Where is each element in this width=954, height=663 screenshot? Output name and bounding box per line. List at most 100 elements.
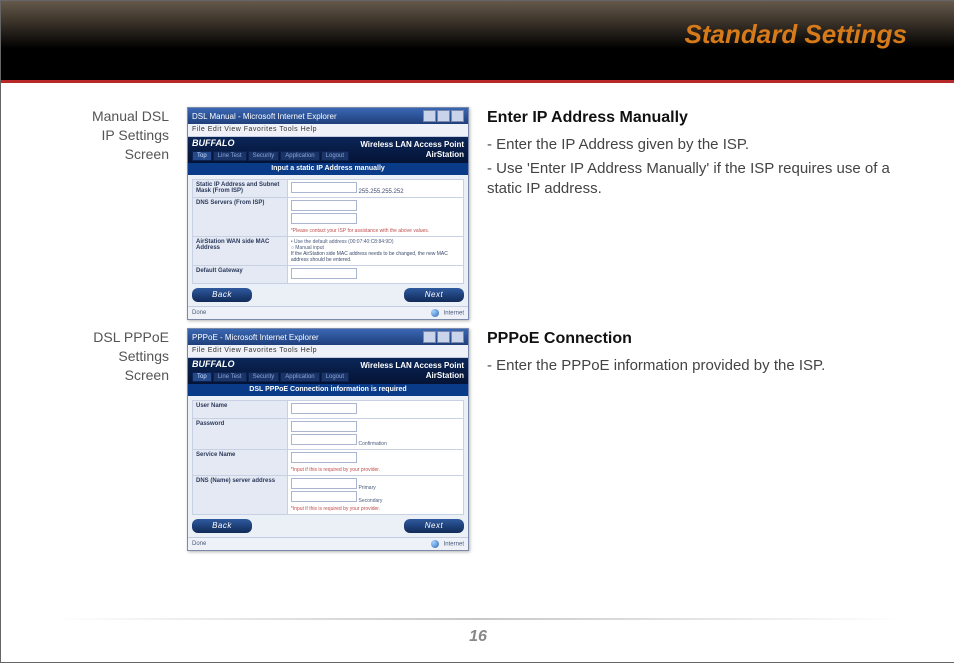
dns-note: *Input if this is required by your provi… bbox=[291, 506, 460, 512]
page-number: 16 bbox=[1, 628, 954, 646]
service-input[interactable] bbox=[291, 452, 357, 463]
section-heading: Input a static IP Address manually bbox=[188, 163, 468, 175]
dns-primary-input[interactable] bbox=[291, 478, 357, 489]
screenshot-pppoe: PPPoE - Microsoft Internet Explorer File… bbox=[187, 328, 469, 551]
nav-tabs: Top Line Test Security Application Logou… bbox=[192, 372, 349, 382]
nav-tabs: Top Line Test Security Application Logou… bbox=[192, 151, 349, 161]
window-controls bbox=[423, 331, 464, 343]
screenshot-manual-dsl: DSL Manual - Microsoft Internet Explorer… bbox=[187, 107, 469, 320]
desc-heading: Enter IP Address Manually bbox=[487, 107, 905, 129]
next-button[interactable]: Next bbox=[404, 519, 464, 533]
password-hint: Confirmation bbox=[359, 441, 387, 447]
label-mac: AirStation WAN side MAC Address bbox=[193, 237, 288, 266]
minimize-icon[interactable] bbox=[423, 110, 436, 122]
cell-dns: Primary Secondary *Input if this is requ… bbox=[287, 476, 463, 515]
status-right: Internet bbox=[431, 540, 464, 548]
tagline-line: Wireless LAN Access Point bbox=[360, 140, 464, 149]
tab-security[interactable]: Security bbox=[248, 372, 280, 382]
wizard-nav: Back Next bbox=[192, 288, 464, 302]
globe-icon bbox=[431, 309, 439, 317]
window-controls bbox=[423, 110, 464, 122]
status-left: Done bbox=[192, 310, 206, 316]
cell-mac: • Use the default address (00:07:40:C8:8… bbox=[287, 237, 463, 266]
label-dns: DNS Servers (From ISP) bbox=[193, 198, 288, 237]
settings-table: User Name Password Confirmation bbox=[192, 400, 464, 515]
brand-logo: BUFFALO bbox=[192, 358, 235, 370]
manual-page: Standard Settings Manual DSL IP Settings… bbox=[0, 0, 954, 663]
tab-logout[interactable]: Logout bbox=[321, 151, 349, 161]
status-bar: Done Internet bbox=[188, 306, 468, 319]
brand-tagline: Wireless LAN Access Point AirStation bbox=[360, 140, 464, 160]
gateway-input[interactable] bbox=[291, 268, 357, 279]
tab-application[interactable]: Application bbox=[280, 151, 319, 161]
password-confirm-input[interactable] bbox=[291, 434, 357, 445]
tagline-line: Wireless LAN Access Point bbox=[360, 361, 464, 370]
window-title: DSL Manual - Microsoft Internet Explorer bbox=[192, 112, 337, 121]
label-ip-subnet: Static IP Address and Subnet Mask (From … bbox=[193, 180, 288, 198]
label-user: User Name bbox=[193, 401, 288, 419]
desc-heading: PPPoE Connection bbox=[487, 328, 905, 350]
tab-security[interactable]: Security bbox=[248, 151, 280, 161]
subnet-value: 255.255.255.252 bbox=[359, 189, 404, 195]
ip-input[interactable] bbox=[291, 182, 357, 193]
globe-icon bbox=[431, 540, 439, 548]
maximize-icon[interactable] bbox=[437, 110, 450, 122]
window-title: PPPoE - Microsoft Internet Explorer bbox=[192, 333, 319, 342]
minimize-icon[interactable] bbox=[423, 331, 436, 343]
caption-line: IP Settings bbox=[102, 127, 169, 143]
service-note: *Input if this is required by your provi… bbox=[291, 467, 460, 473]
user-input[interactable] bbox=[291, 403, 357, 414]
tab-line-test[interactable]: Line Test bbox=[213, 372, 247, 382]
page-body: Manual DSL IP Settings Screen DSL Manual… bbox=[51, 107, 905, 614]
password-input[interactable] bbox=[291, 421, 357, 432]
caption-line: DSL PPPoE bbox=[93, 329, 169, 345]
close-icon[interactable] bbox=[451, 331, 464, 343]
cell-user bbox=[287, 401, 463, 419]
back-button[interactable]: Back bbox=[192, 288, 252, 302]
form-panel: Static IP Address and Subnet Mask (From … bbox=[188, 175, 468, 306]
next-button[interactable]: Next bbox=[404, 288, 464, 302]
back-button[interactable]: Back bbox=[192, 519, 252, 533]
tagline-line: AirStation bbox=[426, 371, 464, 380]
section-manual-dsl: Manual DSL IP Settings Screen DSL Manual… bbox=[51, 107, 905, 320]
tab-top[interactable]: Top bbox=[192, 372, 212, 382]
header-band: Standard Settings bbox=[1, 1, 954, 83]
desc-pppoe: PPPoE Connection - Enter the PPPoE infor… bbox=[487, 328, 905, 380]
cell-gateway bbox=[287, 266, 463, 284]
desc-line: - Use 'Enter IP Address Manually' if the… bbox=[487, 159, 905, 200]
app-header: BUFFALO Wireless LAN Access Point AirSta… bbox=[188, 137, 468, 163]
app-header: BUFFALO Wireless LAN Access Point AirSta… bbox=[188, 358, 468, 384]
mac-note: If the AirStation side MAC address needs… bbox=[291, 251, 460, 263]
maximize-icon[interactable] bbox=[437, 331, 450, 343]
tab-logout[interactable]: Logout bbox=[321, 372, 349, 382]
dns-input-1[interactable] bbox=[291, 200, 357, 211]
caption-line: Screen bbox=[125, 367, 169, 383]
caption-line: Manual DSL bbox=[92, 108, 169, 124]
tab-application[interactable]: Application bbox=[280, 372, 319, 382]
status-right: Internet bbox=[431, 309, 464, 317]
brand-tagline: Wireless LAN Access Point AirStation bbox=[360, 361, 464, 381]
section-pppoe: DSL PPPoE Settings Screen PPPoE - Micros… bbox=[51, 328, 905, 551]
dns-secondary-input[interactable] bbox=[291, 491, 357, 502]
dns-input-2[interactable] bbox=[291, 213, 357, 224]
cell-dns: *Please contact your ISP for assistance … bbox=[287, 198, 463, 237]
label-service: Service Name bbox=[193, 450, 288, 476]
close-icon[interactable] bbox=[451, 110, 464, 122]
caption-line: Settings bbox=[118, 348, 169, 364]
settings-table: Static IP Address and Subnet Mask (From … bbox=[192, 179, 464, 284]
status-zone: Internet bbox=[444, 311, 464, 317]
form-panel: User Name Password Confirmation bbox=[188, 396, 468, 537]
status-left: Done bbox=[192, 541, 206, 547]
window-menubar[interactable]: File Edit View Favorites Tools Help bbox=[188, 345, 468, 358]
label-dns: DNS (Name) server address bbox=[193, 476, 288, 515]
window-menubar[interactable]: File Edit View Favorites Tools Help bbox=[188, 124, 468, 137]
label-password: Password bbox=[193, 419, 288, 450]
dns-note: *Please contact your ISP for assistance … bbox=[291, 228, 460, 234]
wizard-nav: Back Next bbox=[192, 519, 464, 533]
tab-top[interactable]: Top bbox=[192, 151, 212, 161]
desc-line: - Enter the PPPoE information provided b… bbox=[487, 356, 905, 376]
tagline-line: AirStation bbox=[426, 150, 464, 159]
tab-line-test[interactable]: Line Test bbox=[213, 151, 247, 161]
cell-service: *Input if this is required by your provi… bbox=[287, 450, 463, 476]
window-titlebar: DSL Manual - Microsoft Internet Explorer bbox=[188, 108, 468, 124]
